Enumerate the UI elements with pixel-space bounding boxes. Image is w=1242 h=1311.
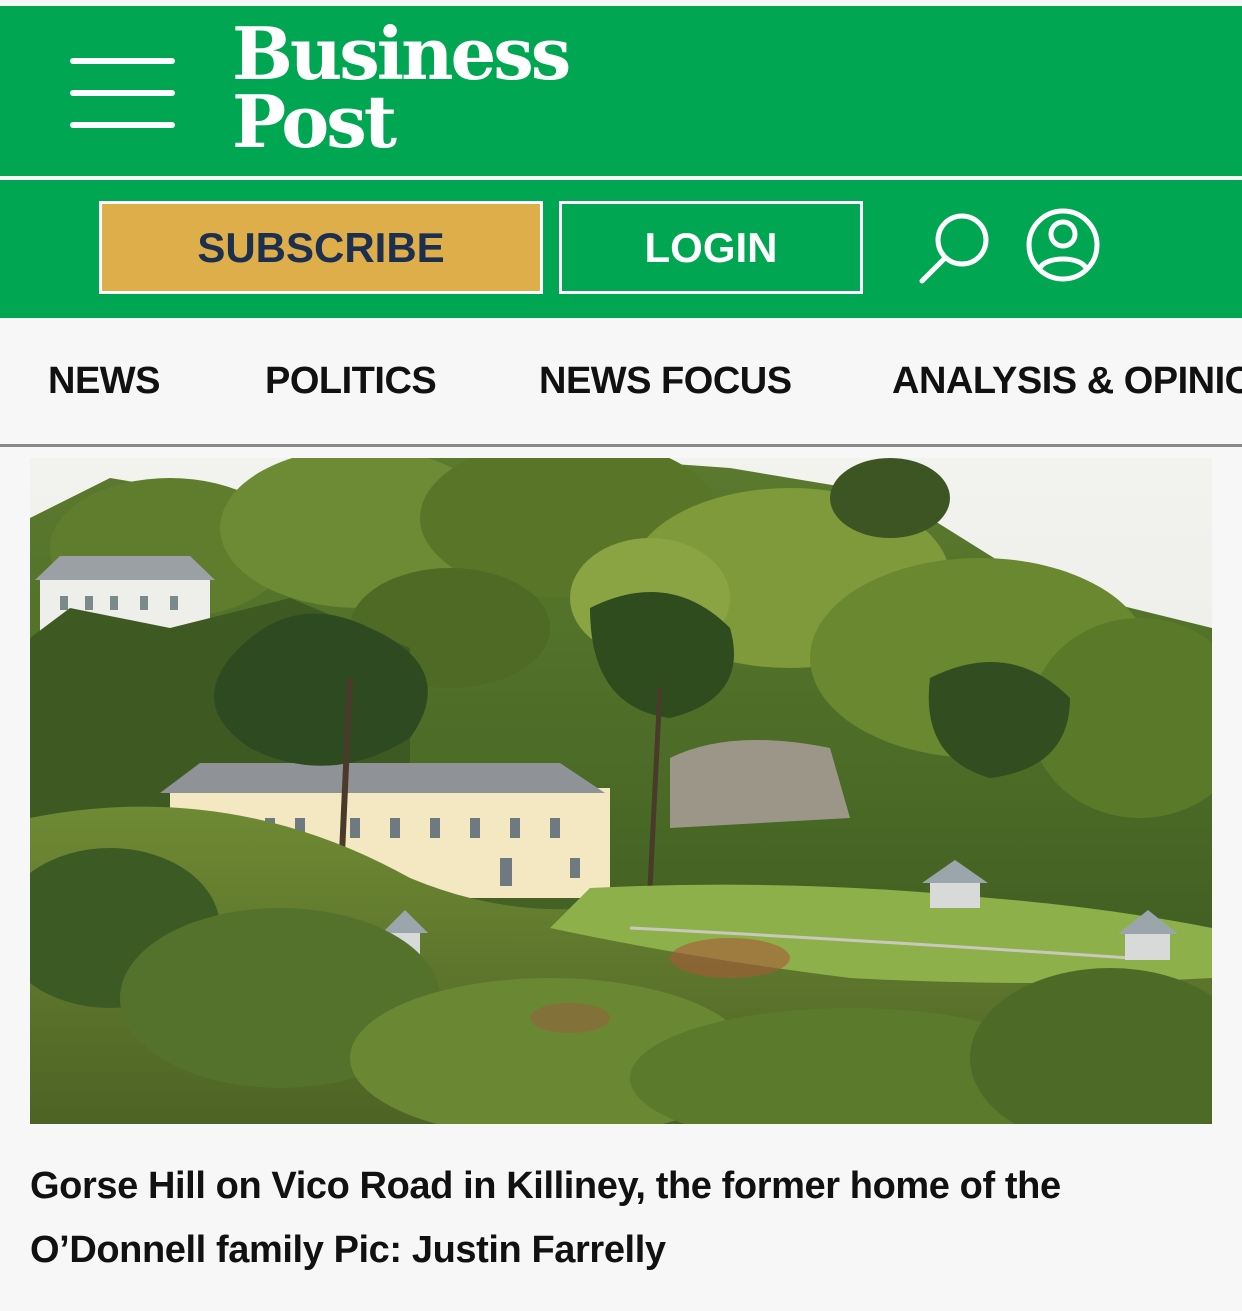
login-button[interactable]: LOGIN — [559, 201, 863, 294]
nav-item-news-focus[interactable]: NEWS FOCUS — [539, 360, 792, 403]
business-post-logo[interactable]: Business Post — [232, 11, 571, 164]
subscribe-button[interactable]: SUBSCRIBE — [99, 201, 543, 294]
logo-line-1: Business — [232, 11, 571, 96]
section-nav: NEWS POLITICS NEWS FOCUS ANALYSIS & OPIN… — [0, 318, 1242, 447]
hero-image — [30, 458, 1212, 1124]
image-caption: Gorse Hill on Vico Road in Killiney, the… — [30, 1165, 1061, 1271]
nav-item-news[interactable]: NEWS — [48, 360, 161, 403]
hamburger-menu-icon[interactable] — [70, 58, 175, 132]
user-account-icon[interactable] — [1024, 206, 1102, 284]
search-icon[interactable] — [912, 208, 996, 292]
masthead: Business Post — [0, 6, 1242, 176]
nav-item-analysis-opinion[interactable]: ANALYSIS & OPINIC — [892, 360, 1242, 403]
logo-line-2: Post — [232, 79, 397, 164]
action-bar: SUBSCRIBE LOGIN — [0, 180, 1242, 318]
nav-item-politics[interactable]: POLITICS — [265, 360, 437, 403]
